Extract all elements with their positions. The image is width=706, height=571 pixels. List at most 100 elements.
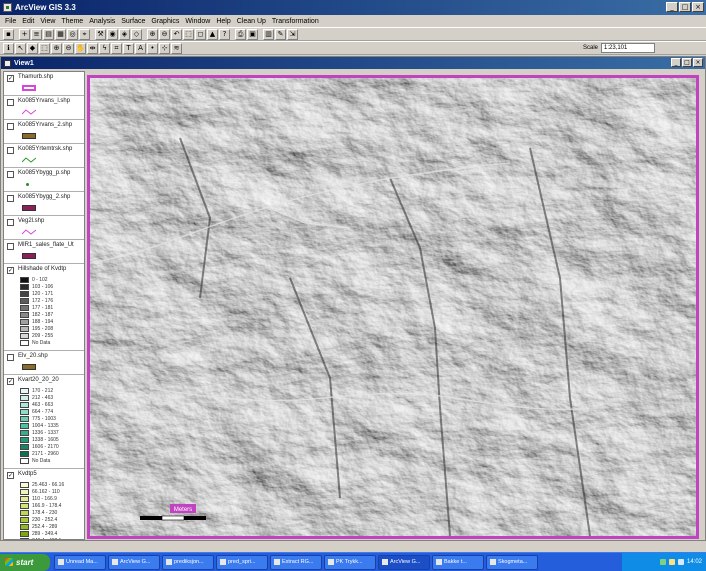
taskbar-task-button[interactable]: Skogmeta... (486, 554, 538, 570)
taskbar-task-button[interactable]: ArcView G... (108, 554, 160, 570)
layer-visibility-checkbox[interactable] (7, 195, 14, 202)
layer-visibility-checkbox[interactable] (7, 354, 14, 361)
layer-visibility-checkbox[interactable] (7, 147, 14, 154)
taskbar-task-button[interactable]: Extract RG... (270, 554, 322, 570)
layer-visibility-checkbox[interactable]: ✓ (7, 75, 14, 82)
layer-visibility-checkbox[interactable] (7, 171, 14, 178)
taskbar-task-button[interactable]: prediksjon... (162, 554, 214, 570)
arcview-app-icon[interactable] (3, 3, 12, 12)
menu-transformation[interactable]: Transformation (269, 18, 322, 25)
find-button[interactable]: ◎ (67, 28, 78, 40)
taskbar-task-button[interactable]: ArcView G... (378, 554, 430, 570)
snap-tool[interactable]: ⊹ (159, 42, 170, 54)
menu-surface[interactable]: Surface (118, 18, 148, 25)
toc-layer[interactable]: Ko085Ybygg_2.shp (4, 192, 84, 216)
menu-graphics[interactable]: Graphics (148, 18, 182, 25)
promote-button[interactable]: ▲ (207, 28, 218, 40)
layer-visibility-checkbox[interactable] (7, 99, 14, 106)
clock[interactable]: 14:02 (687, 559, 702, 565)
layer-visibility-checkbox[interactable] (7, 123, 14, 130)
toc-layer[interactable]: ✓ Kvart20_20_20 170 - 212 212 - 463 463 - 66… (4, 375, 84, 469)
security-icon[interactable] (677, 559, 684, 565)
hillshade-map[interactable]: Meters (90, 78, 696, 536)
select-features-button[interactable]: ⬚ (183, 28, 194, 40)
menu-view[interactable]: View (37, 18, 58, 25)
zoom-in-button[interactable]: ⊕ (147, 28, 158, 40)
layer-visibility-checkbox[interactable]: ✓ (7, 378, 14, 385)
theme-properties-button[interactable]: ≡ (31, 28, 42, 40)
view-maximize-button[interactable]: □ (682, 58, 692, 67)
script-button[interactable]: ✎ (275, 28, 286, 40)
app-titlebar[interactable]: ArcView GIS 3.3 _ □ × (0, 0, 706, 15)
menu-analysis[interactable]: Analysis (86, 18, 118, 25)
scale-input[interactable]: 1:23,101 (601, 43, 655, 53)
taskbar-task-button[interactable]: Bakke t... (432, 554, 484, 570)
query-builder-button[interactable]: ⚒ (95, 28, 106, 40)
menu-theme[interactable]: Theme (58, 18, 86, 25)
map-display[interactable]: Meters (87, 75, 699, 539)
pointer-tool[interactable]: ↖ (15, 42, 26, 54)
toc-layer[interactable]: Elv_20.shp (4, 351, 84, 375)
vertex-edit-tool[interactable]: ◆ (27, 42, 38, 54)
menu-edit[interactable]: Edit (19, 18, 37, 25)
toc-layer[interactable]: ✓ Kvdtp5 25.463 - 66.16 66.162 - 110 110 - 1… (4, 469, 84, 539)
zoom-active-themes-button[interactable]: ◈ (119, 28, 130, 40)
text-tool[interactable]: A (135, 42, 146, 54)
locate-address-button[interactable]: ⌖ (79, 28, 90, 40)
table-of-contents[interactable]: ✓ Thamurb.shp Ko085Yrvans_l.shp Ko085Yrvans… (3, 71, 85, 540)
taskbar-task-button[interactable]: Unread Ma... (54, 554, 106, 570)
zoom-in-tool[interactable]: ⊕ (51, 42, 62, 54)
label-tool[interactable]: T (123, 42, 134, 54)
toc-layer[interactable]: Veg2l.shp (4, 216, 84, 240)
toc-layer[interactable]: ✓ Thamurb.shp (4, 72, 84, 96)
close-button[interactable]: × (692, 2, 704, 12)
help-button[interactable]: ? (219, 28, 230, 40)
zoom-out-button[interactable]: ⊖ (159, 28, 170, 40)
layout-button[interactable]: ▣ (247, 28, 258, 40)
toc-layer[interactable]: MIR1_sales_flate_Ut (4, 240, 84, 264)
menu-file[interactable]: File (2, 18, 19, 25)
area-of-interest-tool[interactable]: ⌗ (111, 42, 122, 54)
toc-layer[interactable]: Ko085Yrtemtrsk.shp (4, 144, 84, 168)
pan-tool[interactable]: ✋ (75, 42, 86, 54)
layer-visibility-checkbox[interactable] (7, 219, 14, 226)
chart-button[interactable]: ▥ (263, 28, 274, 40)
maximize-button[interactable]: □ (679, 2, 691, 12)
network-icon[interactable] (659, 559, 666, 565)
save-project-button[interactable]: ▪ (3, 28, 14, 40)
view-close-button[interactable]: × (693, 58, 703, 67)
clear-selection-button[interactable]: ◻ (195, 28, 206, 40)
add-theme-button[interactable]: + (19, 28, 30, 40)
contour-tool[interactable]: ≋ (171, 42, 182, 54)
print-button[interactable]: ⎙ (235, 28, 246, 40)
toc-layer[interactable]: ✓ Hillshade of Kvdtp 0 - 102 103 - 106 120 -… (4, 264, 84, 351)
open-table-button[interactable]: ▦ (55, 28, 66, 40)
minimize-button[interactable]: _ (666, 2, 678, 12)
export-button[interactable]: ⇲ (287, 28, 298, 40)
zoom-full-extent-button[interactable]: ◉ (107, 28, 118, 40)
layer-visibility-checkbox[interactable] (7, 243, 14, 250)
volume-icon[interactable] (668, 559, 675, 565)
taskbar-task-button[interactable]: PK Trykk... (324, 554, 376, 570)
layer-visibility-checkbox[interactable]: ✓ (7, 267, 14, 274)
toc-layer[interactable]: Ko085Yrvans_2.shp (4, 120, 84, 144)
menu-help[interactable]: Help (213, 18, 233, 25)
identify-tool[interactable]: ℹ (3, 42, 14, 54)
menu-clean-up[interactable]: Clean Up (234, 18, 269, 25)
hotlink-tool[interactable]: ϟ (99, 42, 110, 54)
toc-layer[interactable]: Ko085Ybygg_p.shp (4, 168, 84, 192)
view-titlebar[interactable]: View1 _ □ × (1, 57, 705, 69)
view-minimize-button[interactable]: _ (671, 58, 681, 67)
menu-window[interactable]: Window (182, 18, 213, 25)
zoom-previous-button[interactable]: ↶ (171, 28, 182, 40)
draw-tool[interactable]: • (147, 42, 158, 54)
start-button[interactable]: start (0, 553, 50, 571)
taskbar-task-button[interactable]: pred_spri... (216, 554, 268, 570)
select-feature-tool[interactable]: ⬚ (39, 42, 50, 54)
layer-visibility-checkbox[interactable]: ✓ (7, 472, 14, 479)
measure-tool[interactable]: ⇹ (87, 42, 98, 54)
zoom-out-tool[interactable]: ⊖ (63, 42, 74, 54)
edit-legend-button[interactable]: ▤ (43, 28, 54, 40)
zoom-selected-button[interactable]: ◇ (131, 28, 142, 40)
toc-layer[interactable]: Ko085Yrvans_l.shp (4, 96, 84, 120)
